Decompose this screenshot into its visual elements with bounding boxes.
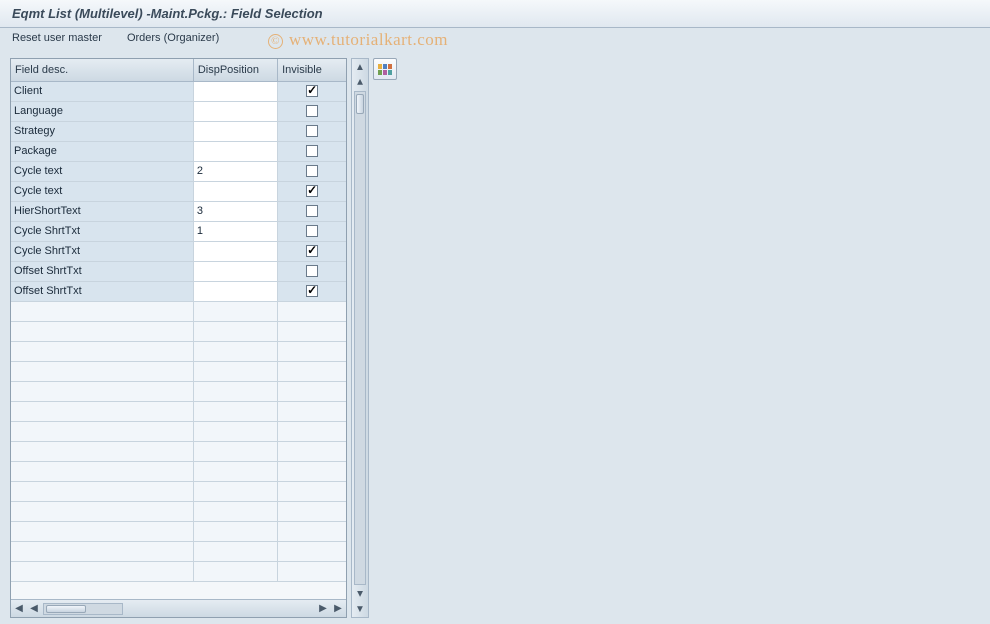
field-desc-cell[interactable]: Package <box>11 141 193 161</box>
disp-position-cell[interactable] <box>193 181 277 201</box>
field-desc-cell[interactable]: Strategy <box>11 121 193 141</box>
h-scroll-thumb[interactable] <box>46 605 86 613</box>
invisible-cell[interactable] <box>278 101 346 121</box>
table-row <box>11 441 346 461</box>
field-desc-cell[interactable]: HierShortText <box>11 201 193 221</box>
table-row <box>11 341 346 361</box>
invisible-checkbox[interactable] <box>306 205 318 217</box>
table-row <box>11 421 346 441</box>
title-text: Eqmt List (Multilevel) -Maint.Pckg.: Fie… <box>12 6 323 21</box>
disp-position-cell[interactable] <box>193 81 277 101</box>
scroll-right-icon[interactable]: ▶ <box>332 603 344 615</box>
table-row: Offset ShrtTxt <box>11 281 346 301</box>
reset-user-master-button[interactable]: Reset user master <box>12 32 102 44</box>
scroll-up-step-icon[interactable]: ▼ <box>354 76 366 88</box>
scroll-right-step-icon[interactable]: ▶ <box>317 603 329 615</box>
invisible-cell[interactable] <box>278 201 346 221</box>
table-row <box>11 561 346 581</box>
table-row <box>11 521 346 541</box>
scroll-left-step-icon[interactable]: ◀ <box>28 603 40 615</box>
invisible-checkbox[interactable] <box>306 85 318 97</box>
table-row: Package <box>11 141 346 161</box>
toolbar: Reset user master Orders (Organizer) © ww… <box>0 28 990 52</box>
invisible-cell[interactable] <box>278 261 346 281</box>
disp-position-cell[interactable]: 1 <box>193 221 277 241</box>
table-row <box>11 361 346 381</box>
invisible-checkbox[interactable] <box>306 285 318 297</box>
disp-position-cell[interactable] <box>193 101 277 121</box>
table-settings-button[interactable] <box>373 58 397 80</box>
copyright-icon: © <box>268 34 283 49</box>
v-scroll-track[interactable] <box>354 91 366 585</box>
table-row <box>11 401 346 421</box>
v-scroll-thumb[interactable] <box>356 94 364 114</box>
horizontal-scrollbar[interactable]: ◀ ◀ ▶ ▶ <box>11 599 346 617</box>
invisible-checkbox[interactable] <box>306 225 318 237</box>
table-row <box>11 481 346 501</box>
column-disp-position[interactable]: DispPosition <box>193 59 277 81</box>
window-title: Eqmt List (Multilevel) -Maint.Pckg.: Fie… <box>0 0 990 28</box>
invisible-cell[interactable] <box>278 81 346 101</box>
disp-position-cell[interactable] <box>193 141 277 161</box>
table-row: Client <box>11 81 346 101</box>
vertical-scrollbar[interactable]: ▲ ▼ ▲ ▼ <box>351 58 369 618</box>
disp-position-cell[interactable] <box>193 241 277 261</box>
header-row: Field desc. DispPosition Invisible <box>11 59 346 81</box>
table-row <box>11 541 346 561</box>
field-desc-cell[interactable]: Cycle text <box>11 181 193 201</box>
invisible-cell[interactable] <box>278 141 346 161</box>
invisible-cell[interactable] <box>278 221 346 241</box>
disp-position-cell[interactable] <box>193 281 277 301</box>
field-desc-cell[interactable]: Language <box>11 101 193 121</box>
invisible-checkbox[interactable] <box>306 185 318 197</box>
watermark: © www.tutorialkart.com <box>268 30 470 50</box>
watermark-text: www.tutorialkart.com <box>289 30 448 49</box>
invisible-checkbox[interactable] <box>306 145 318 157</box>
h-scroll-track[interactable] <box>43 603 123 615</box>
scroll-down-icon[interactable]: ▼ <box>354 603 366 615</box>
table-row: HierShortText3 <box>11 201 346 221</box>
scroll-left-icon[interactable]: ◀ <box>13 603 25 615</box>
field-desc-cell[interactable]: Cycle ShrtTxt <box>11 241 193 261</box>
table-row <box>11 321 346 341</box>
field-desc-cell[interactable]: Cycle text <box>11 161 193 181</box>
table-row <box>11 461 346 481</box>
invisible-cell[interactable] <box>278 121 346 141</box>
invisible-cell[interactable] <box>278 181 346 201</box>
table-row: Offset ShrtTxt <box>11 261 346 281</box>
table-row: Cycle text <box>11 181 346 201</box>
field-desc-cell[interactable]: Offset ShrtTxt <box>11 261 193 281</box>
invisible-cell[interactable] <box>278 161 346 181</box>
table-row: Cycle ShrtTxt <box>11 241 346 261</box>
table-row <box>11 381 346 401</box>
field-selection-table: Field desc. DispPosition Invisible Clien… <box>10 58 347 618</box>
invisible-checkbox[interactable] <box>306 265 318 277</box>
disp-position-cell[interactable] <box>193 121 277 141</box>
field-desc-cell[interactable]: Offset ShrtTxt <box>11 281 193 301</box>
content-area: Field desc. DispPosition Invisible Clien… <box>0 52 990 624</box>
invisible-checkbox[interactable] <box>306 245 318 257</box>
field-desc-cell[interactable]: Client <box>11 81 193 101</box>
table-row <box>11 301 346 321</box>
disp-position-cell[interactable] <box>193 261 277 281</box>
disp-position-cell[interactable]: 2 <box>193 161 277 181</box>
column-field-desc[interactable]: Field desc. <box>11 59 193 81</box>
invisible-cell[interactable] <box>278 241 346 261</box>
table-row: Cycle ShrtTxt1 <box>11 221 346 241</box>
field-desc-cell[interactable]: Cycle ShrtTxt <box>11 221 193 241</box>
invisible-cell[interactable] <box>278 281 346 301</box>
orders-organizer-button[interactable]: Orders (Organizer) <box>127 32 219 44</box>
scroll-down-step-icon[interactable]: ▲ <box>354 588 366 600</box>
table-row: Language <box>11 101 346 121</box>
table-row: Cycle text2 <box>11 161 346 181</box>
invisible-checkbox[interactable] <box>306 165 318 177</box>
table-settings-icon <box>378 64 392 75</box>
column-invisible[interactable]: Invisible <box>278 59 346 81</box>
scroll-up-icon[interactable]: ▲ <box>354 61 366 73</box>
table-row <box>11 501 346 521</box>
invisible-checkbox[interactable] <box>306 105 318 117</box>
disp-position-cell[interactable]: 3 <box>193 201 277 221</box>
table-row: Strategy <box>11 121 346 141</box>
invisible-checkbox[interactable] <box>306 125 318 137</box>
